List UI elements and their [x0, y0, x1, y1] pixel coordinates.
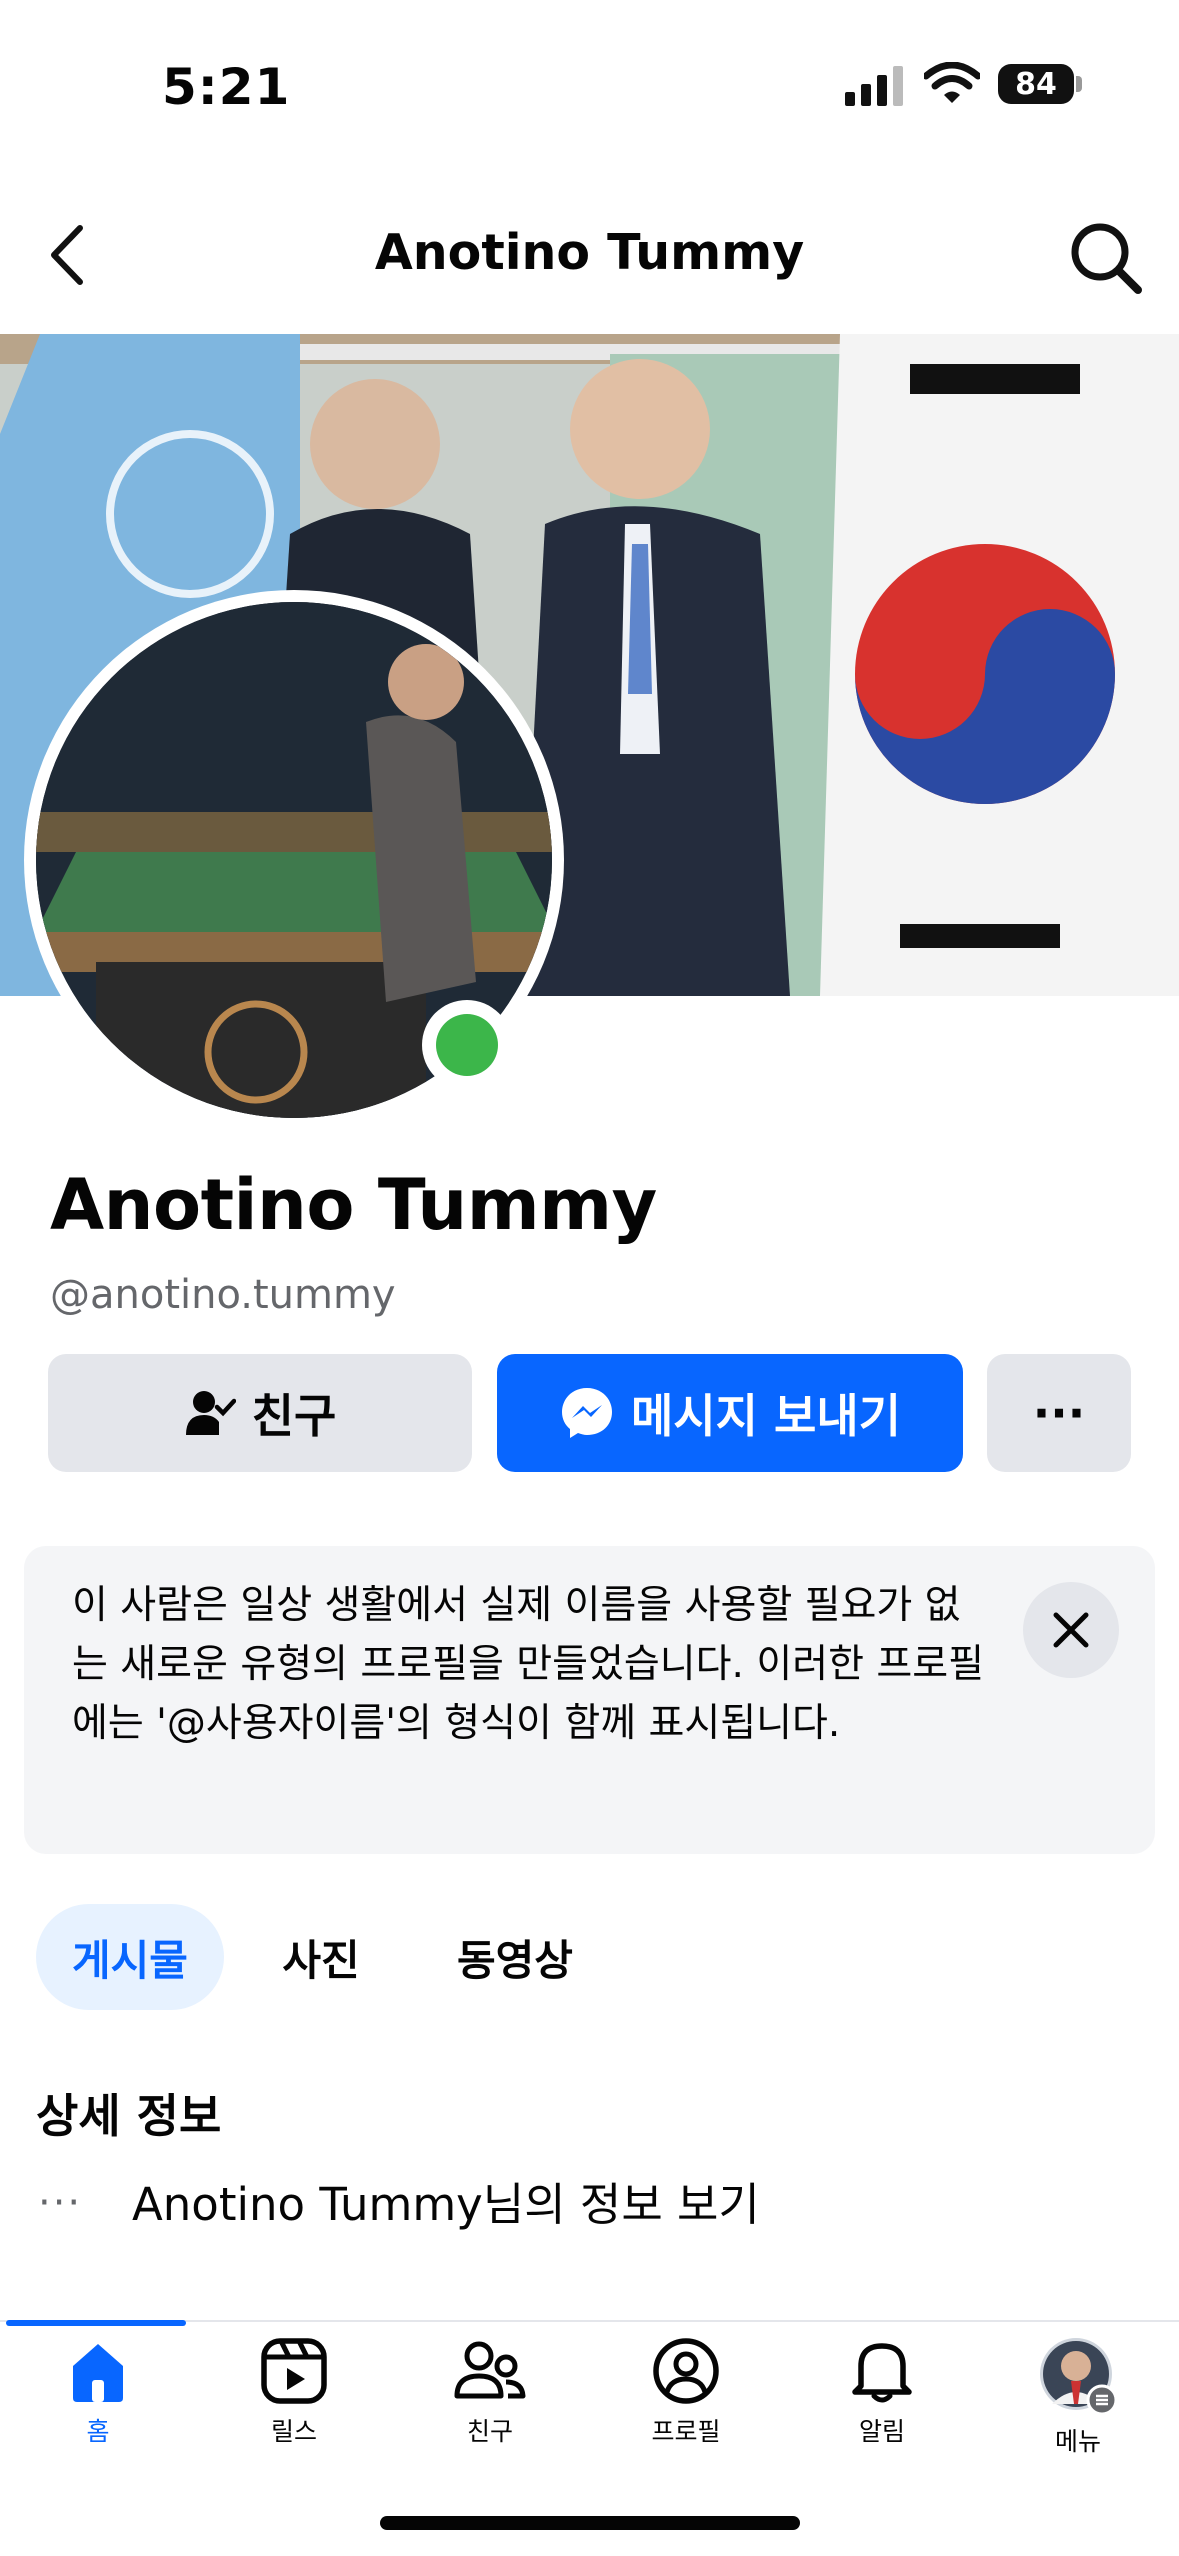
nav-menu[interactable]: 메뉴 [980, 2336, 1176, 2466]
header-title: Anotino Tummy [374, 224, 805, 281]
friend-check-icon [185, 1391, 236, 1435]
nav-home-label: 홈 [86, 2417, 110, 2446]
friend-button-label: 친구 [251, 1389, 337, 1443]
nav-menu-label: 메뉴 [1054, 2427, 1101, 2456]
more-options-button[interactable]: ··· [987, 1354, 1131, 1472]
bottom-nav-active-indicator [6, 2320, 186, 2326]
status-time: 5:21 [162, 58, 291, 116]
online-status-dot [436, 1014, 498, 1076]
nav-friends-label: 친구 [466, 2417, 513, 2446]
battery-level: 84 [1015, 66, 1057, 102]
view-about-link[interactable]: Anotino Tummy님의 정보 보기 [132, 2168, 760, 2233]
friend-button[interactable]: 친구 [48, 1354, 472, 1472]
nav-notifications[interactable]: 알림 [784, 2336, 980, 2466]
notice-close-button[interactable] [1023, 1582, 1119, 1678]
nav-home[interactable]: 홈 [0, 2336, 196, 2466]
profile-name: Anotino Tummy [50, 1164, 657, 1246]
nav-friends[interactable]: 친구 [392, 2336, 588, 2466]
home-indicator [380, 2516, 800, 2530]
nav-profile-label: 프로필 [651, 2417, 721, 2446]
search-icon[interactable] [1066, 218, 1146, 298]
cellular-signal-icon [845, 66, 903, 106]
nav-reels[interactable]: 릴스 [196, 2336, 392, 2466]
notice-text: 이 사람은 일상 생활에서 실제 이름을 사용할 필요가 없는 새로운 유형의 … [72, 1583, 985, 1746]
details-title: 상세 정보 [36, 2089, 222, 2143]
tab-photos[interactable]: 사진 [246, 1904, 396, 2010]
battery-cap [1076, 76, 1082, 92]
more-dots-icon: ··· [38, 2180, 83, 2226]
tab-posts[interactable]: 게시물 [36, 1904, 224, 2010]
tab-videos[interactable]: 동영상 [440, 1904, 590, 2010]
send-message-button[interactable]: 메시지 보내기 [497, 1354, 963, 1472]
bell-icon [852, 2343, 912, 2403]
profile-handle: @anotino.tummy [50, 1272, 396, 1318]
menu-avatar-icon [1040, 2338, 1118, 2416]
reels-icon [261, 2338, 327, 2404]
send-message-label: 메시지 보내기 [631, 1389, 901, 1443]
nav-reels-label: 릴스 [270, 2417, 317, 2446]
nav-profile[interactable]: 프로필 [588, 2336, 784, 2466]
home-icon [73, 2344, 123, 2402]
close-icon [1053, 1612, 1089, 1648]
friends-icon [454, 2341, 526, 2399]
nav-notifications-label: 알림 [858, 2417, 905, 2446]
battery-indicator: 84 [998, 64, 1074, 104]
wifi-icon [924, 62, 980, 103]
more-options-icon: ··· [1032, 1386, 1086, 1440]
messenger-icon [562, 1388, 613, 1438]
profile-icon [653, 2338, 719, 2404]
